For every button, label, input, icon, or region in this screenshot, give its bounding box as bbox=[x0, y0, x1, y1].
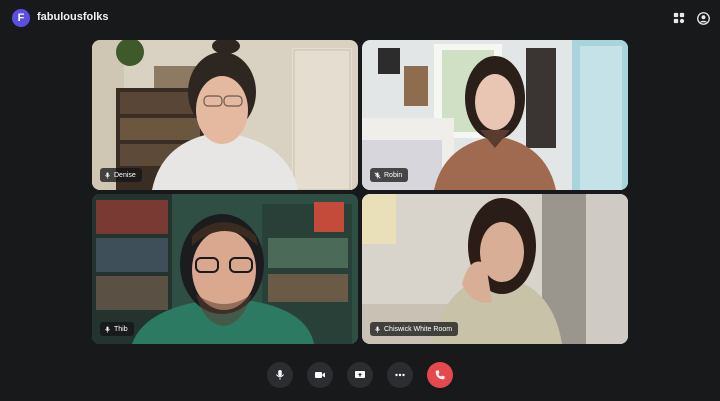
microphone-button[interactable] bbox=[267, 362, 293, 388]
camera-icon bbox=[315, 372, 325, 378]
room-avatar-initial: F bbox=[17, 12, 25, 24]
room-avatar[interactable]: F bbox=[12, 9, 30, 27]
more-options-icon bbox=[395, 373, 405, 377]
microphone-icon bbox=[375, 325, 380, 333]
call-controls bbox=[0, 360, 720, 392]
participants-icon[interactable] bbox=[672, 11, 686, 25]
leave-call-button[interactable] bbox=[427, 362, 453, 388]
name-tag: Chiswick White Room bbox=[370, 322, 459, 336]
participant-name: Chiswick White Room bbox=[384, 325, 453, 333]
top-bar: F fabulousfolks bbox=[0, 0, 720, 36]
microphone-icon bbox=[276, 370, 284, 380]
microphone-muted-icon bbox=[374, 171, 381, 179]
camera-button[interactable] bbox=[307, 362, 333, 388]
name-tag: Denise bbox=[100, 168, 142, 182]
video-tile-denise[interactable]: Denise bbox=[92, 40, 358, 190]
participant-name: Thib bbox=[114, 325, 128, 333]
microphone-icon bbox=[105, 171, 110, 179]
screen-share-icon bbox=[355, 371, 365, 378]
participant-name: Robin bbox=[384, 171, 403, 179]
microphone-icon bbox=[105, 325, 110, 333]
room-name: fabulousfolks bbox=[37, 11, 109, 23]
profile-icon[interactable] bbox=[696, 11, 710, 25]
video-tile-thib[interactable]: Thib bbox=[92, 194, 358, 344]
name-tag: Robin bbox=[370, 168, 409, 182]
more-options-button[interactable] bbox=[387, 362, 413, 388]
video-tile-robin[interactable]: Robin bbox=[362, 40, 628, 190]
screen-share-button[interactable] bbox=[347, 362, 373, 388]
video-tile-chiswick-white-room[interactable]: Chiswick White Room bbox=[362, 194, 628, 344]
name-tag: Thib bbox=[100, 322, 134, 336]
participant-name: Denise bbox=[114, 171, 136, 179]
leave-call-icon bbox=[435, 370, 445, 380]
